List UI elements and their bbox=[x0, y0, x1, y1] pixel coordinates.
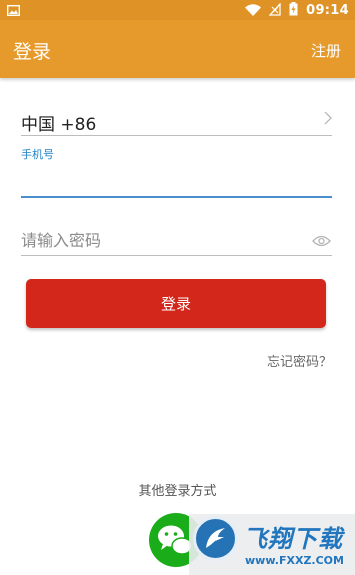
register-button[interactable]: 注册 bbox=[311, 40, 341, 61]
app-bar: 登录 注册 bbox=[0, 20, 355, 78]
login-button-label: 登录 bbox=[160, 295, 191, 313]
status-time: 09:14 bbox=[306, 2, 349, 18]
password-input[interactable] bbox=[21, 227, 301, 253]
battery-charging-icon bbox=[289, 1, 298, 20]
other-login-title: 其他登录方式 bbox=[138, 484, 217, 499]
phone-input[interactable] bbox=[21, 168, 332, 192]
forgot-password-link[interactable]: 忘记密码？ bbox=[267, 351, 332, 370]
watermark-domain: www.FXXZ.COM bbox=[245, 554, 344, 567]
watermark-title: 飞翔下载 bbox=[243, 525, 343, 553]
status-bar: 09:14 bbox=[0, 0, 355, 20]
login-button[interactable]: 登录 bbox=[26, 279, 326, 328]
password-field bbox=[21, 225, 332, 256]
phone-field-label: 手机号 bbox=[21, 148, 54, 161]
image-icon bbox=[6, 1, 21, 20]
watermark-logo bbox=[193, 516, 238, 561]
country-code-selector[interactable]: 中国 +86 bbox=[21, 108, 332, 136]
chevron-right-icon bbox=[324, 110, 332, 129]
watermark: 飞翔下载 www.FXXZ.COM bbox=[189, 514, 355, 575]
eye-icon[interactable] bbox=[312, 232, 331, 251]
page-title: 登录 bbox=[13, 41, 52, 63]
phone-field bbox=[21, 162, 332, 198]
country-code-value: 中国 +86 bbox=[21, 115, 97, 135]
wifi-icon bbox=[245, 1, 262, 20]
no-sim-icon bbox=[268, 1, 281, 20]
